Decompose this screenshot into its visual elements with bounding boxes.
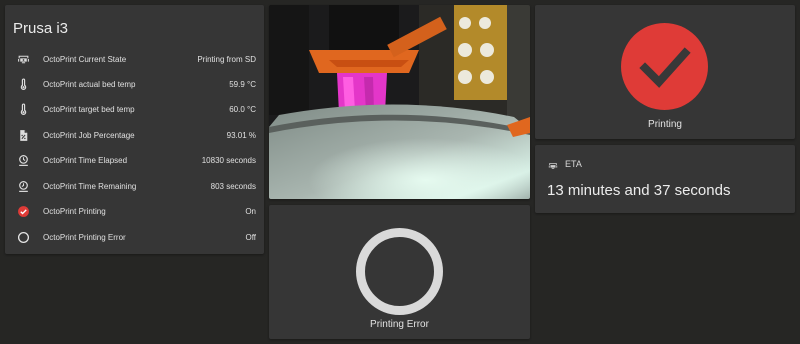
printing-card[interactable]: Printing: [535, 5, 795, 139]
entity-row-time-elapsed[interactable]: OctoPrint Time Elapsed 10830 seconds: [5, 148, 264, 173]
entity-state: Printing from SD: [197, 55, 256, 64]
entity-name: OctoPrint Job Percentage: [43, 131, 135, 140]
entity-state: 10830 seconds: [201, 156, 256, 165]
thermometer-icon: [16, 103, 30, 117]
check-circle-icon: [16, 205, 30, 219]
entity-state: 803 seconds: [210, 182, 256, 191]
entity-name: OctoPrint Current State: [43, 55, 127, 64]
entity-row-printing-error[interactable]: OctoPrint Printing Error Off: [5, 225, 264, 250]
entity-row-printing[interactable]: OctoPrint Printing On: [5, 199, 264, 224]
entity-state: 93.01 %: [226, 131, 256, 140]
entities-card: Prusa i3 OctoPrint Current State Printin…: [5, 5, 264, 254]
entity-state: 59.9 °C: [229, 80, 256, 89]
clock-end-icon: [16, 180, 30, 194]
card-title: Prusa i3: [13, 20, 69, 37]
camera-feed[interactable]: [269, 5, 530, 199]
eta-name: ETA: [565, 159, 582, 169]
entity-name: OctoPrint Printing: [43, 207, 106, 216]
entity-state: On: [245, 207, 256, 216]
entity-name: OctoPrint target bed temp: [43, 105, 135, 114]
eta-card[interactable]: ETA 13 minutes and 37 seconds: [535, 145, 795, 213]
file-percent-icon: [16, 129, 30, 143]
entity-name: OctoPrint Time Elapsed: [43, 156, 128, 165]
entity-row-current-state[interactable]: OctoPrint Current State Printing from SD: [5, 47, 264, 72]
thermometer-icon: [16, 78, 30, 92]
printing-error-card[interactable]: Printing Error: [269, 205, 530, 339]
entity-state: 60.0 °C: [229, 105, 256, 114]
entity-state: Off: [245, 233, 256, 242]
entity-name: OctoPrint actual bed temp: [43, 80, 136, 89]
clock-start-icon: [16, 154, 30, 168]
entity-name: OctoPrint Time Remaining: [43, 182, 137, 191]
entity-row-job-percentage[interactable]: OctoPrint Job Percentage 93.01 %: [5, 123, 264, 148]
circle-outline-icon: [356, 228, 443, 315]
card-label: Printing Error: [370, 319, 429, 330]
eta-value: 13 minutes and 37 seconds: [547, 182, 731, 199]
card-label: Printing: [648, 119, 682, 130]
circle-outline-icon: [16, 231, 30, 245]
check-circle-icon: [621, 23, 708, 110]
printer-3d-icon: [16, 53, 30, 67]
entity-name: OctoPrint Printing Error: [43, 233, 126, 242]
printer-3d-icon: [548, 158, 558, 169]
entity-row-time-remaining[interactable]: OctoPrint Time Remaining 803 seconds: [5, 174, 264, 199]
entity-row-actual-bed-temp[interactable]: OctoPrint actual bed temp 59.9 °C: [5, 72, 264, 97]
entity-row-target-bed-temp[interactable]: OctoPrint target bed temp 60.0 °C: [5, 97, 264, 122]
camera-image: [269, 5, 530, 199]
